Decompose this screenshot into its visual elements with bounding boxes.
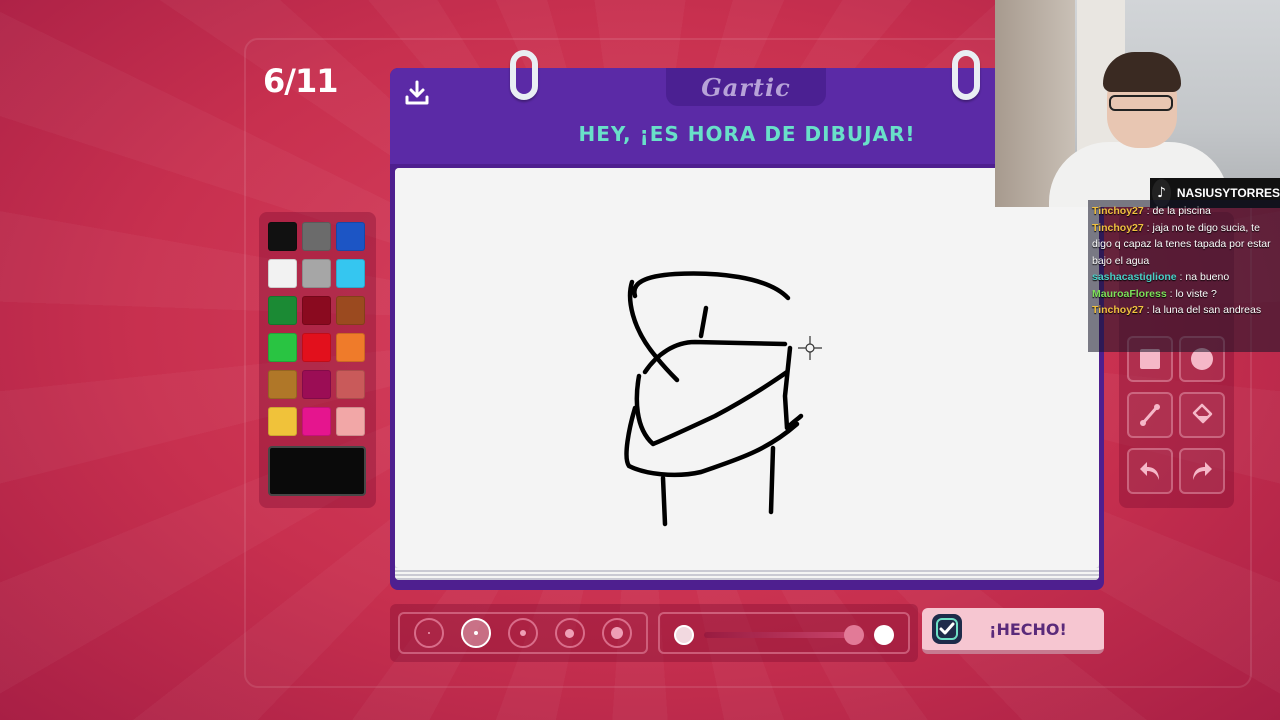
current-color-preview <box>268 446 366 496</box>
color-swatch[interactable] <box>302 296 331 325</box>
done-button-label: ¡HECHO! <box>989 619 1067 639</box>
brush-size-button[interactable] <box>461 618 492 648</box>
download-icon <box>405 80 429 105</box>
round-counter: 6/11 <box>263 62 338 100</box>
brush-size-button[interactable] <box>601 618 632 648</box>
logo-tab: Gartic <box>666 68 826 106</box>
brush-size-button[interactable] <box>507 618 538 648</box>
chat-text: : lo viste ? <box>1166 287 1217 300</box>
opacity-max-button[interactable] <box>874 625 894 645</box>
color-swatch[interactable] <box>268 259 297 288</box>
opacity-slider-track[interactable] <box>704 632 854 638</box>
redo-icon <box>1193 462 1212 480</box>
color-swatch[interactable] <box>268 222 297 251</box>
gartic-logo: Gartic <box>701 72 791 102</box>
brush-size-dot <box>565 628 575 638</box>
stream-chat: Tinchoy27 : de la piscina Tinchoy27 : jaj… <box>1088 200 1280 352</box>
redo-button[interactable] <box>1179 448 1225 494</box>
channel-name: NASIUSYTORRES <box>1176 186 1280 200</box>
chat-username: Tinchoy27 <box>1092 304 1144 316</box>
chat-message: sashacastiglione : na bueno <box>1092 269 1276 286</box>
crosshair-cursor <box>798 336 822 360</box>
chat-text: : la luna del san andreas <box>1143 304 1262 316</box>
chat-username: MauroaFloress <box>1092 287 1167 300</box>
opacity-slider-group <box>658 612 910 654</box>
stroke-leg-left <box>660 475 668 527</box>
color-swatch[interactable] <box>302 370 331 399</box>
brush-size-group <box>398 612 648 654</box>
chat-message: Tinchoy27 : de la piscina <box>1092 203 1276 220</box>
color-swatch[interactable] <box>336 407 365 436</box>
opacity-min-button[interactable] <box>674 625 694 645</box>
webcam-person-glasses <box>1109 95 1173 111</box>
color-swatch[interactable] <box>302 222 331 251</box>
brush-size-dot <box>428 632 431 634</box>
binder-ring-right <box>952 50 980 100</box>
fill-tool[interactable] <box>1179 392 1225 438</box>
color-palette <box>259 212 376 508</box>
undo-icon <box>1140 462 1159 480</box>
chat-username: Tinchoy27 <box>1092 221 1144 234</box>
paper-edge-lines <box>395 568 1099 580</box>
undo-button[interactable] <box>1127 448 1173 494</box>
drawing-strokes <box>624 271 822 527</box>
drawing-canvas[interactable] <box>395 168 1099 568</box>
brush-options-bar <box>390 604 918 662</box>
brush-size-dot <box>474 631 479 635</box>
color-swatch[interactable] <box>268 333 297 362</box>
color-swatch[interactable] <box>336 296 365 325</box>
color-swatch[interactable] <box>336 370 365 399</box>
brush-size-button[interactable] <box>414 618 445 648</box>
stroke-box-right <box>782 345 804 431</box>
download-button[interactable] <box>400 76 434 110</box>
chat-text: : na bueno <box>1176 271 1230 283</box>
line-icon <box>1140 404 1160 426</box>
stroke-leg-right <box>768 445 776 515</box>
tool-grid <box>1127 336 1225 494</box>
webcam-person-hair <box>1103 52 1181 92</box>
brush-size-button[interactable] <box>554 618 585 648</box>
color-swatch[interactable] <box>336 222 365 251</box>
bucket-fill-icon <box>1192 403 1213 424</box>
chat-username: sashacastiglione <box>1092 271 1177 283</box>
chat-message: Tinchoy27 : la luna del san andreas <box>1092 302 1276 319</box>
color-swatch[interactable] <box>268 370 297 399</box>
brush-size-dot <box>610 627 623 639</box>
color-swatch[interactable] <box>336 333 365 362</box>
line-tool[interactable] <box>1127 392 1173 438</box>
color-swatch[interactable] <box>302 407 331 436</box>
check-icon <box>932 614 962 644</box>
done-button[interactable]: ¡HECHO! <box>922 608 1104 654</box>
chat-text: : de la piscina <box>1143 205 1211 217</box>
chat-message: MauroaFloress : lo viste ? <box>1092 286 1276 303</box>
chat-username: Tinchoy27 <box>1092 205 1144 217</box>
color-swatch[interactable] <box>302 259 331 288</box>
stroke-box-left <box>634 369 790 447</box>
streamer-webcam <box>995 0 1280 207</box>
opacity-slider-thumb[interactable] <box>844 625 864 645</box>
stroke-short-vertical <box>698 305 709 339</box>
color-swatch[interactable] <box>268 296 297 325</box>
brush-size-dot <box>519 630 526 636</box>
swatch-grid <box>268 222 367 436</box>
color-swatch[interactable] <box>336 259 365 288</box>
color-swatch[interactable] <box>268 407 297 436</box>
color-swatch[interactable] <box>302 333 331 362</box>
binder-ring-left <box>510 50 538 100</box>
chat-message: Tinchoy27 : jaja no te digo sucia, te di… <box>1092 220 1276 270</box>
